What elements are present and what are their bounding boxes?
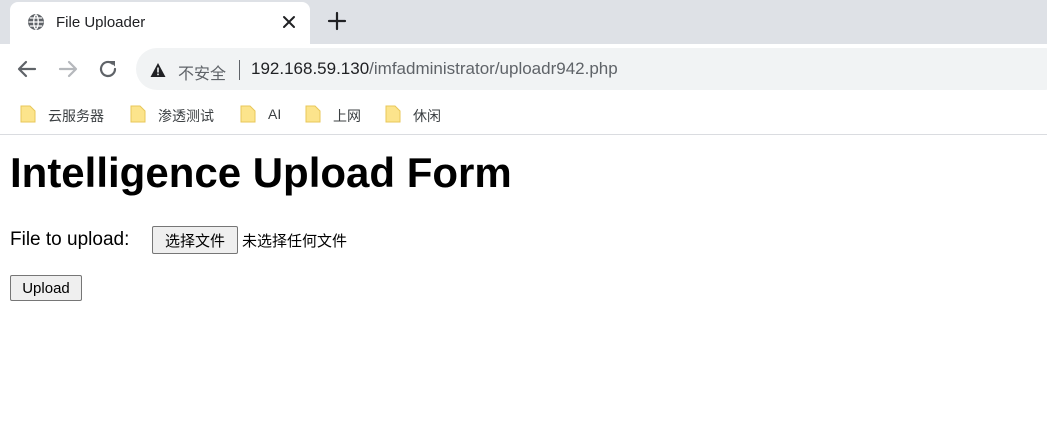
folder-icon [20, 105, 36, 123]
folder-icon [130, 105, 146, 123]
tab-file-uploader[interactable]: File Uploader [10, 2, 310, 44]
no-file-chosen-text: 未选择任何文件 [242, 232, 348, 250]
omnibox-divider [239, 60, 240, 80]
choose-file-button[interactable]: 选择文件 [152, 226, 238, 254]
bookmark-label: AI [268, 106, 282, 122]
warning-icon[interactable] [150, 62, 166, 78]
security-status-label[interactable]: 不安全 [178, 60, 226, 84]
page-title: Intelligence Upload Form [10, 149, 512, 196]
folder-icon [385, 105, 401, 123]
address-bar[interactable]: 不安全 192.168.59.130/imfadministrator/uplo… [136, 48, 1047, 90]
plus-icon[interactable] [327, 11, 347, 31]
bookmark-label: 上网 [333, 108, 361, 124]
toolbar: 不安全 192.168.59.130/imfadministrator/uplo… [0, 44, 1047, 94]
reload-icon[interactable] [96, 57, 120, 81]
folder-icon [305, 105, 321, 123]
url-path: /imfadministrator/uploadr942.php [369, 59, 618, 78]
upload-button[interactable]: Upload [10, 275, 82, 301]
arrow-left-icon[interactable] [15, 57, 39, 81]
file-to-upload-label: File to upload: [10, 229, 130, 250]
page-content: Intelligence Upload Form File to upload:… [0, 135, 1047, 445]
bookmark-label: 云服务器 [48, 108, 104, 124]
folder-icon [240, 105, 256, 123]
url-host: 192.168.59.130 [251, 59, 370, 78]
arrow-right-icon[interactable] [56, 57, 80, 81]
tab-title: File Uploader [56, 14, 146, 31]
bookmarks-bar: 云服务器 渗透测试 AI 上网 休闲 [0, 94, 1047, 135]
url-text[interactable]: 192.168.59.130/imfadministrator/uploadr9… [251, 59, 618, 79]
bookmark-label: 渗透测试 [158, 108, 214, 124]
tab-strip: File Uploader [0, 0, 1047, 44]
globe-icon [27, 13, 45, 31]
bookmark-label: 休闲 [413, 108, 441, 124]
close-icon[interactable] [280, 13, 298, 31]
